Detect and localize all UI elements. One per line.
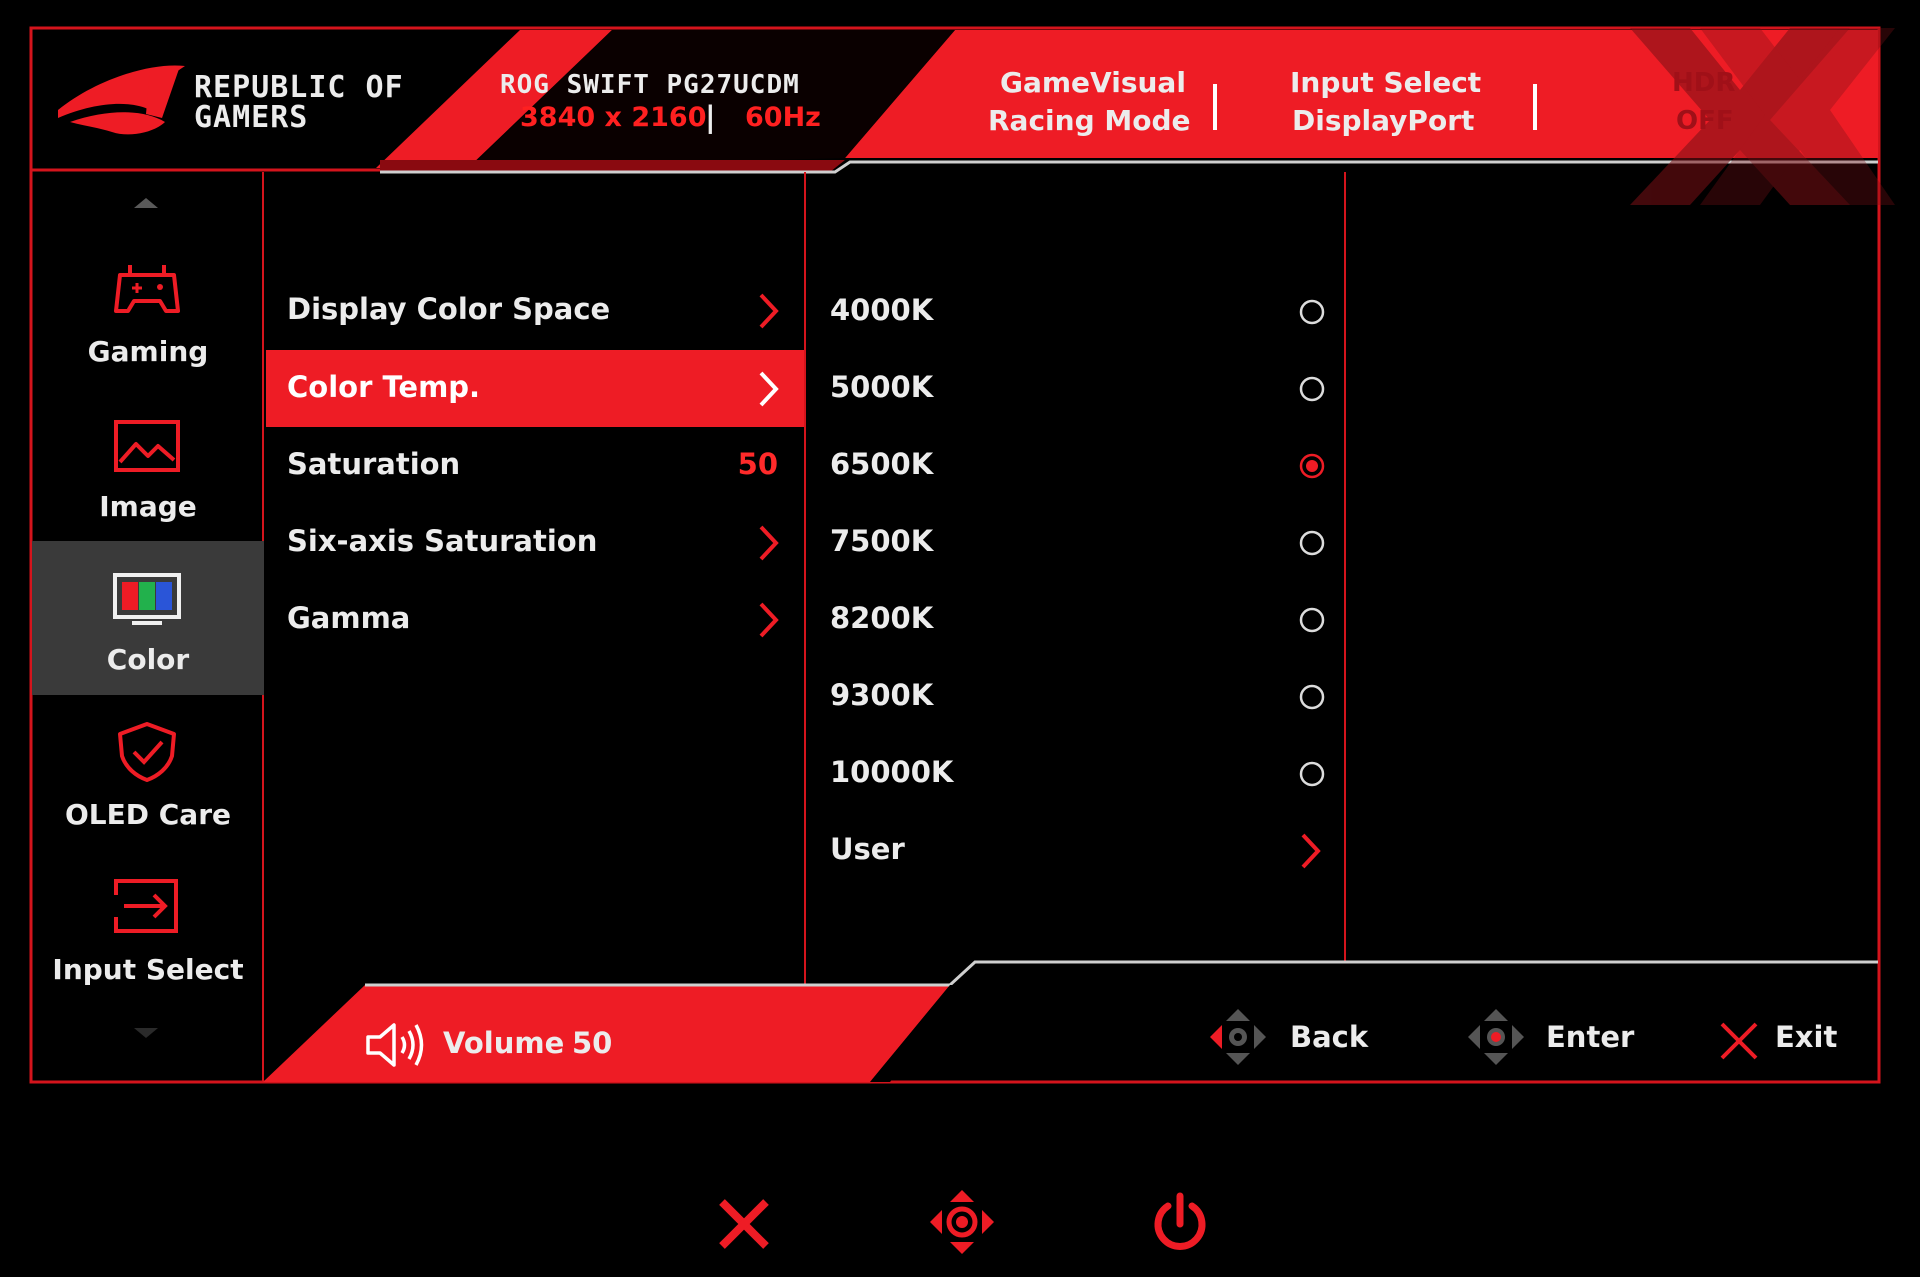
sidebar-item-label: Gaming [87,335,209,368]
option-label: 10000K [830,755,954,789]
picture-icon [114,420,180,472]
chevron-right-icon [759,293,779,329]
input-arrow-icon [114,879,178,933]
back-hint: Back [1290,1020,1369,1054]
input-select-title: Input Select [1290,66,1482,99]
exit-button-icon[interactable] [716,1196,772,1252]
chevron-right-icon [759,602,779,638]
joystick-press-icon [1468,1009,1524,1065]
sidebar-item-oled-care[interactable]: OLED Care [32,700,264,850]
sidebar-item-gaming[interactable]: Gaming [32,237,264,387]
menu-item-six-axis-saturation[interactable]: Six-axis Saturation [266,506,804,582]
gamevisual-title: GameVisual [1000,66,1186,99]
hdr-title: HDR [1672,68,1736,98]
hdr-value: OFF [1676,106,1734,136]
saturation-value: 50 [737,447,778,481]
gamevisual-value: Racing Mode [988,104,1191,137]
chevron-right-icon [759,371,779,407]
option-label: User [830,832,905,866]
menu-item-saturation[interactable]: Saturation 50 [266,429,804,505]
menu-item-color-temp[interactable]: Color Temp. [266,350,804,427]
monitor-color-icon [113,573,181,625]
option-4000k[interactable]: 4000K [806,277,1346,347]
option-label: 5000K [830,370,934,404]
option-9300k[interactable]: 9300K [806,662,1346,732]
exit-hint: Exit [1775,1020,1838,1054]
sidebar-item-label: OLED Care [64,798,231,831]
joystick-left-icon [1210,1009,1266,1065]
menu-item-gamma[interactable]: Gamma [266,583,804,659]
radio-unselected-icon [1299,761,1325,787]
sidebar-item-color[interactable]: Color [32,541,264,695]
radio-unselected-icon [1299,607,1325,633]
model-refresh: 60Hz [745,102,821,133]
model-resolution: 3840 x 2160 [520,102,707,133]
sidebar-item-label: Image [99,490,197,523]
radio-unselected-icon [1299,530,1325,556]
volume-label: Volume [443,1026,565,1060]
option-6500k[interactable]: 6500K [806,431,1346,501]
input-select-value: DisplayPort [1292,104,1475,137]
menu-item-label: Saturation [287,447,461,481]
speaker-icon [366,1023,424,1067]
menu-item-label: Color Temp. [287,370,481,404]
option-label: 9300K [830,678,934,712]
radio-selected-icon [1299,453,1325,479]
volume-value: 50 [572,1026,613,1060]
gamepad-icon [114,265,180,313]
option-label: 6500K [830,447,934,481]
option-7500k[interactable]: 7500K [806,508,1346,578]
joystick-button-icon[interactable] [928,1188,996,1256]
chevron-right-icon [759,525,779,561]
model-name: ROG SWIFT PG27UCDM [500,70,800,100]
option-user[interactable]: User [806,816,1346,886]
option-label: 8200K [830,601,934,635]
sidebar-item-input-select[interactable]: Input Select [32,855,264,1005]
enter-hint: Enter [1546,1020,1635,1054]
sidebar-item-label: Input Select [52,953,244,986]
option-label: 4000K [830,293,934,327]
radio-unselected-icon [1299,376,1325,402]
menu-item-label: Display Color Space [287,292,611,326]
sidebar-item-label: Color [106,643,190,676]
option-label: 7500K [830,524,934,558]
radio-unselected-icon [1299,684,1325,710]
option-10000k[interactable]: 10000K [806,739,1346,809]
brand-line-2: GAMERS [194,100,309,135]
model-separator: | [705,100,716,134]
radio-unselected-icon [1299,299,1325,325]
power-button-icon[interactable] [1150,1192,1210,1256]
chevron-right-icon [1301,833,1321,869]
menu-item-display-color-space[interactable]: Display Color Space [266,274,804,350]
close-icon [1720,1022,1758,1060]
shield-check-icon [118,722,176,782]
option-8200k[interactable]: 8200K [806,585,1346,655]
sidebar-item-image[interactable]: Image [32,392,264,542]
menu-item-label: Gamma [287,601,411,635]
option-5000k[interactable]: 5000K [806,354,1346,424]
menu-item-label: Six-axis Saturation [287,524,598,558]
